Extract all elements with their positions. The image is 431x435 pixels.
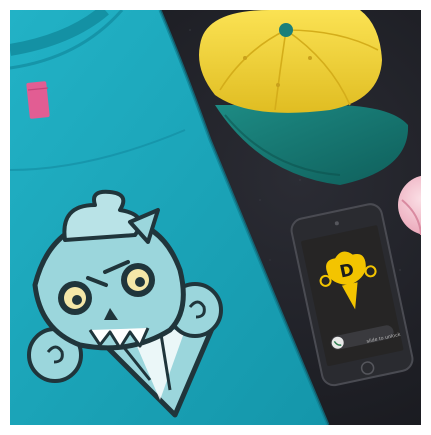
character-left-pupil bbox=[72, 295, 82, 305]
character-right-pupil bbox=[135, 277, 145, 287]
tshirt-tag bbox=[26, 81, 50, 119]
mockup-photo: D slide to unlock bbox=[10, 10, 421, 425]
image-frame: D slide to unlock bbox=[0, 0, 431, 435]
mockup-photo-scene: D bbox=[10, 10, 421, 425]
cap-button bbox=[279, 23, 293, 37]
character-teeth bbox=[88, 327, 150, 350]
